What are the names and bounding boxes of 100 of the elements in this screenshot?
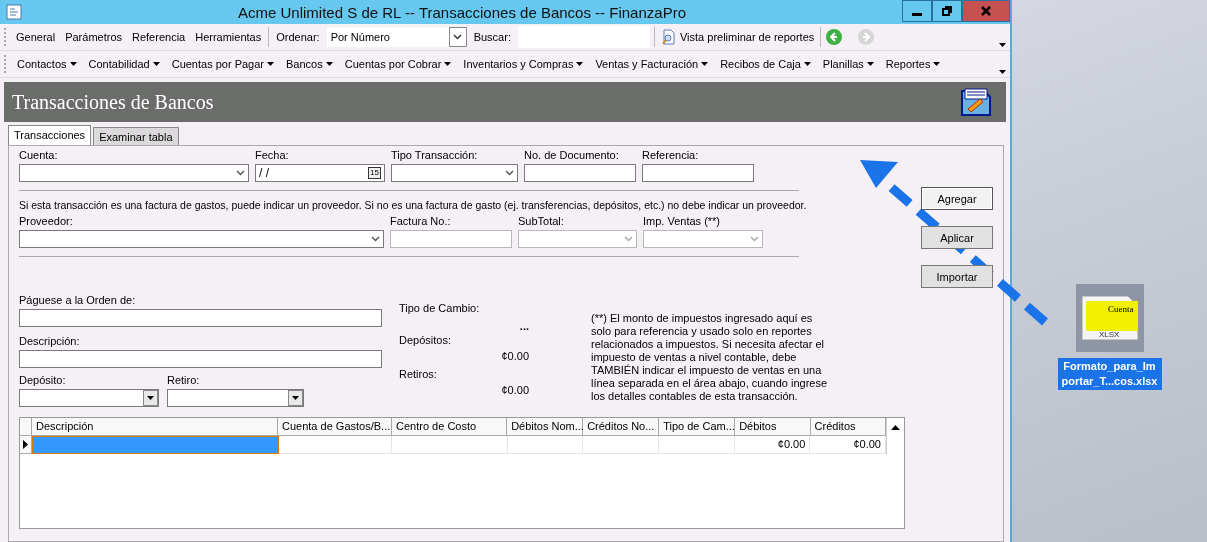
file-preview-text: Cuenta bbox=[1107, 304, 1133, 314]
caret-down-icon bbox=[701, 62, 709, 66]
menu-dropdown[interactable]: Cuentas por Pagar bbox=[167, 56, 279, 72]
field-label: Páguese a la Orden de: bbox=[19, 294, 137, 308]
field-label: Referencia: bbox=[642, 149, 700, 163]
dropdown-field[interactable] bbox=[518, 230, 637, 248]
column-header[interactable]: Débitos Nom... bbox=[507, 418, 584, 436]
menu-dropdown[interactable]: Contabilidad bbox=[84, 56, 164, 72]
caret-down-icon bbox=[866, 62, 874, 66]
deposits-total: ¢0.00 bbox=[500, 350, 529, 362]
column-header[interactable]: Centro de Costo bbox=[392, 418, 508, 436]
overflow-icon[interactable] bbox=[999, 43, 1006, 47]
dropdown-field[interactable] bbox=[19, 389, 159, 407]
text-field[interactable] bbox=[642, 164, 754, 182]
dropdown-field[interactable] bbox=[391, 164, 518, 182]
exchange-rate-label: Tipo de Cambio: bbox=[399, 302, 481, 314]
file-name[interactable]: Formato_para_Im portar_T...cos.xlsx bbox=[1057, 358, 1162, 390]
page-title: Transacciones de Bancos bbox=[12, 90, 214, 114]
calendar-button[interactable]: 15 bbox=[368, 167, 381, 179]
chevron-down-icon bbox=[236, 170, 245, 176]
field-label: Fecha: bbox=[255, 149, 290, 163]
withdrawals-label: Retiros: bbox=[399, 368, 438, 380]
file-icon[interactable]: Cuenta XLSX bbox=[1075, 284, 1144, 352]
action-button[interactable]: Importar bbox=[921, 265, 993, 288]
field-label: Factura No.: bbox=[390, 215, 452, 229]
field-label: Descripción: bbox=[19, 335, 81, 349]
column-header[interactable]: Cuenta de Gastos/B... bbox=[278, 418, 392, 436]
close-button[interactable] bbox=[962, 0, 1010, 22]
ledger-pencil-icon bbox=[960, 87, 992, 117]
action-button[interactable]: Aplicar bbox=[921, 226, 993, 249]
action-button[interactable]: Agregar bbox=[921, 187, 993, 210]
tax-note: (**) El monto de impuestos ingresado aquí es solo para referencia y usado solo en reportes relacionados a impuestos. Si necesita afectar el impuesto de ventas a nivel contable, debe TAMBIÉN indicar el impuesto de ventas en una línea separada en el área abajo, cuando ingrese los detalles contables de esta transacción. bbox=[591, 311, 829, 404]
tab[interactable]: Examinar tabla bbox=[93, 127, 179, 145]
scroll-up-icon[interactable] bbox=[891, 424, 900, 430]
report-preview-button[interactable]: Vista preliminar de reportes bbox=[658, 29, 817, 45]
withdrawals-total: ¢0.00 bbox=[500, 384, 529, 396]
restore-icon bbox=[942, 6, 952, 16]
text-field[interactable] bbox=[524, 164, 636, 182]
exchange-rate-value: ... bbox=[518, 320, 529, 332]
row-header-cell[interactable] bbox=[20, 436, 32, 454]
caret-down-icon bbox=[933, 62, 941, 66]
text-field[interactable] bbox=[19, 309, 382, 327]
menu-dropdown[interactable]: Bancos bbox=[282, 56, 337, 72]
field-label: Depósito: bbox=[19, 374, 67, 388]
chevron-down-icon bbox=[750, 236, 759, 242]
column-header[interactable]: Tipo de Cam... bbox=[659, 418, 736, 436]
restore-button[interactable] bbox=[932, 0, 962, 22]
field-label: No. de Documento: bbox=[524, 149, 620, 163]
menu-dropdown[interactable]: Recibos de Caja bbox=[716, 56, 815, 72]
menu-dropdown[interactable]: Ventas y Facturación bbox=[591, 56, 713, 72]
toolbar-menu-item[interactable]: General bbox=[13, 29, 59, 45]
text-field[interactable] bbox=[19, 350, 382, 368]
back-icon[interactable] bbox=[825, 28, 844, 46]
menu-dropdown[interactable]: Reportes bbox=[881, 56, 945, 72]
column-header[interactable]: Débitos bbox=[735, 418, 811, 436]
toolbar-menu-item[interactable]: Referencia bbox=[129, 29, 189, 45]
chevron-down-icon bbox=[371, 236, 380, 242]
field-label: SubTotal: bbox=[518, 215, 565, 229]
sort-label: Ordenar: bbox=[275, 30, 321, 45]
menu-dropdown[interactable]: Planillas bbox=[818, 56, 878, 72]
close-icon bbox=[981, 6, 991, 16]
minimize-button[interactable] bbox=[902, 0, 932, 22]
chevron-down-icon bbox=[624, 236, 633, 242]
date-field[interactable]: / / 15 bbox=[255, 164, 385, 182]
document-magnifier-icon bbox=[660, 29, 677, 45]
column-header[interactable]: Créditos bbox=[810, 418, 886, 436]
caret-down-icon bbox=[152, 62, 160, 66]
deposits-label: Depósitos: bbox=[399, 334, 452, 346]
column-header[interactable]: Descripción bbox=[32, 418, 278, 436]
table-cell[interactable]: ¢0.00 bbox=[734, 436, 811, 454]
menu-dropdown[interactable]: Contactos bbox=[13, 56, 81, 72]
table-cell[interactable] bbox=[32, 436, 279, 454]
caret-down-icon bbox=[803, 62, 811, 66]
table-cell[interactable]: ¢0.00 bbox=[810, 436, 886, 454]
dropdown-field[interactable] bbox=[167, 389, 304, 407]
vendor-note: Si esta transacción es una factura de gastos, puede indicar un proveedor. Si no es una factura de gasto (ej. transferencias, depósitos, etc.) no debe indicar un proveedor. bbox=[19, 199, 807, 211]
tab[interactable]: Transacciones bbox=[8, 125, 92, 145]
menu-dropdown[interactable]: Inventarios y Compras bbox=[459, 56, 588, 72]
sort-dropdown[interactable]: Por Número bbox=[326, 27, 467, 47]
caret-down-icon bbox=[267, 62, 275, 66]
column-header[interactable]: Créditos No... bbox=[583, 418, 660, 436]
chevron-down-icon bbox=[453, 34, 463, 40]
caret-down-icon bbox=[444, 62, 452, 66]
field-label: Imp. Ventas (**) bbox=[643, 215, 722, 229]
field-label: Retiro: bbox=[167, 374, 201, 388]
app-icon[interactable] bbox=[6, 4, 22, 20]
dropdown-field[interactable] bbox=[19, 164, 249, 182]
dropdown-field[interactable] bbox=[643, 230, 763, 248]
menu-dropdown[interactable]: Cuentas por Cobrar bbox=[340, 56, 456, 72]
toolbar-menu-item[interactable]: Herramientas bbox=[192, 29, 265, 45]
dropdown-field[interactable] bbox=[19, 230, 384, 248]
caret-down-icon bbox=[69, 62, 77, 66]
search-label: Buscar: bbox=[472, 30, 512, 45]
overflow-icon[interactable] bbox=[999, 70, 1006, 74]
window-title: Acme Unlimited S de RL -- Transacciones de Bancos -- FinanzaPro bbox=[237, 3, 687, 21]
field-label: Tipo Transacción: bbox=[391, 149, 479, 163]
field-label: Proveedor: bbox=[19, 215, 74, 229]
chevron-down-icon bbox=[505, 170, 514, 176]
toolbar-menu-item[interactable]: Parámetros bbox=[62, 29, 125, 45]
text-field[interactable] bbox=[390, 230, 512, 248]
